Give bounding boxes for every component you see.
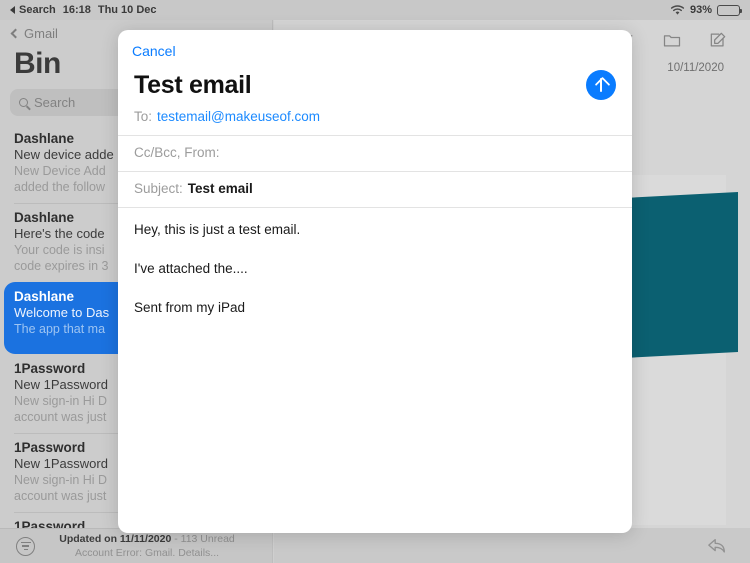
- status-date: Thu 10 Dec: [97, 4, 157, 16]
- status-bar-left: Search 16:18 Thu 10 Dec: [10, 4, 157, 16]
- compose-sheet: Cancel Test email To: testemail@makeuseo…: [118, 30, 632, 533]
- body-signature: Sent from my iPad: [134, 299, 246, 315]
- cancel-button[interactable]: Cancel: [132, 43, 176, 59]
- compose-title: Test email: [134, 70, 252, 99]
- to-label: To:: [134, 109, 153, 124]
- search-icon: [19, 98, 28, 107]
- sidebar-back-label: Gmail: [24, 26, 58, 41]
- battery-percent-label: 93%: [689, 4, 712, 16]
- message-body-input[interactable]: Hey, this is just a test email. I've att…: [118, 208, 632, 331]
- filter-icon[interactable]: [16, 536, 35, 556]
- detail-footer: [274, 528, 750, 563]
- chevron-left-icon: [10, 28, 21, 39]
- body-line-1: Hey, this is just a test email.: [134, 222, 301, 237]
- footer-unread-label: - 113 Unread: [174, 532, 235, 545]
- subject-label: Subject:: [134, 181, 183, 196]
- reply-icon[interactable]: [706, 536, 728, 556]
- status-bar: Search 16:18 Thu 10 Dec 93%: [0, 0, 750, 20]
- subject-value[interactable]: Test email: [188, 181, 253, 196]
- status-time: 16:18: [62, 4, 91, 16]
- back-triangle-icon[interactable]: [10, 6, 15, 14]
- compose-icon[interactable]: [708, 30, 728, 50]
- folder-icon[interactable]: [662, 30, 682, 50]
- wifi-icon: [670, 4, 685, 15]
- to-field[interactable]: To: testemail@makeuseof.com: [118, 100, 632, 136]
- subject-field[interactable]: Subject: Test email: [118, 172, 632, 208]
- footer-error-label[interactable]: Account Error: Gmail. Details...: [45, 546, 249, 560]
- send-button[interactable]: [586, 70, 616, 100]
- footer-updated-label: Updated on 11/11/2020: [59, 532, 172, 545]
- body-line-2: I've attached the....: [134, 260, 248, 276]
- ccbcc-field[interactable]: Cc/Bcc, From:: [118, 136, 632, 172]
- to-recipient[interactable]: testemail@makeuseof.com: [157, 109, 320, 124]
- footer-status: Updated on 11/11/2020 - 113 Unread Accou…: [45, 532, 249, 560]
- ccbcc-label: Cc/Bcc, From:: [134, 145, 220, 160]
- search-placeholder: Search: [34, 95, 76, 110]
- status-bar-right: 93%: [670, 4, 743, 16]
- mailbox-footer: Updated on 11/11/2020 - 113 Unread Accou…: [0, 528, 272, 563]
- battery-icon: [717, 4, 743, 16]
- status-back-app-label[interactable]: Search: [19, 4, 56, 16]
- compose-header: Test email: [118, 30, 632, 100]
- ipad-mail-screen: Search 16:18 Thu 10 Dec 93% Gmail Bin Se…: [0, 0, 750, 563]
